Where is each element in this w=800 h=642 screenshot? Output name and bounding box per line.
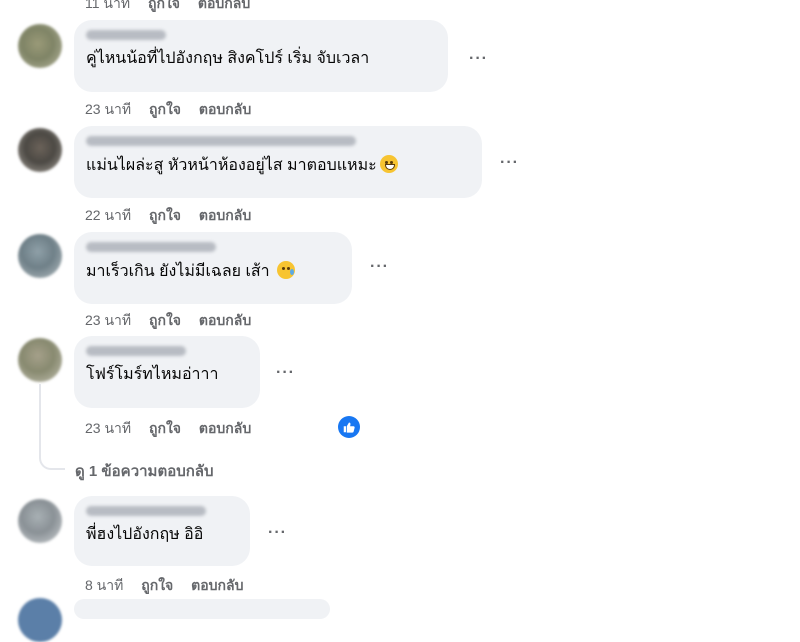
reply-link[interactable]: ตอบกลับ bbox=[199, 312, 251, 328]
reply-link[interactable]: ตอบกลับ bbox=[199, 207, 251, 223]
author-name-blurred[interactable] bbox=[86, 242, 216, 252]
comment-time: 23 นาที bbox=[85, 420, 132, 436]
comment-time: 8 นาที bbox=[85, 577, 124, 593]
comment-time: 23 นาที bbox=[85, 101, 132, 117]
thumbs-up-icon bbox=[343, 422, 355, 433]
comment-time: 11 นาที bbox=[85, 0, 131, 11]
more-options-icon[interactable]: ··· bbox=[268, 525, 287, 541]
reply-link[interactable]: ตอบกลับ bbox=[199, 101, 251, 117]
comment-bubble: พี่ฮงไปอังกฤษ อิอิ bbox=[74, 496, 250, 566]
comment-bubble bbox=[74, 599, 330, 619]
more-options-icon[interactable]: ··· bbox=[370, 259, 389, 275]
author-name-blurred[interactable] bbox=[86, 506, 206, 516]
view-replies-link[interactable]: ดู 1 ข้อความตอบกลับ bbox=[75, 459, 214, 483]
comment-text: คู่ไหนน้อที่ไปอังกฤษ สิงคโปร์ เริ่ม จับเ… bbox=[86, 50, 370, 67]
avatar[interactable] bbox=[18, 24, 62, 68]
avatar[interactable] bbox=[18, 234, 62, 278]
like-reaction-icon[interactable] bbox=[338, 416, 360, 438]
grinning-face-emoji-icon bbox=[379, 155, 398, 173]
like-link[interactable]: ถูกใจ bbox=[149, 312, 181, 328]
more-options-icon[interactable]: ··· bbox=[500, 155, 519, 171]
reply-link[interactable]: ตอบกลับ bbox=[198, 0, 250, 11]
comment-meta: 23 นาที ถูกใจ ตอบกลับ bbox=[85, 310, 265, 332]
like-link[interactable]: ถูกใจ bbox=[149, 101, 181, 117]
comment-meta: 23 นาที ถูกใจ ตอบกลับ bbox=[85, 99, 265, 121]
like-link[interactable]: ถูกใจ bbox=[141, 577, 173, 593]
avatar[interactable] bbox=[18, 598, 62, 642]
comment-meta-top: 11 นาที ถูกใจ ตอบกลับ bbox=[85, 0, 264, 15]
comment-text: โฟร์โมร์ทไหมอ่าาา bbox=[86, 366, 219, 383]
avatar[interactable] bbox=[18, 499, 62, 543]
like-link[interactable]: ถูกใจ bbox=[148, 0, 180, 11]
comment-text-body: มาเร็วเกิน ยังไม่มีเฉลย เส้า bbox=[86, 263, 270, 280]
author-name-blurred[interactable] bbox=[86, 346, 186, 356]
more-options-icon[interactable]: ··· bbox=[469, 51, 488, 67]
comment-bubble: คู่ไหนน้อที่ไปอังกฤษ สิงคโปร์ เริ่ม จับเ… bbox=[74, 20, 448, 92]
comment-meta: 22 นาที ถูกใจ ตอบกลับ bbox=[85, 205, 265, 227]
like-link[interactable]: ถูกใจ bbox=[149, 420, 181, 436]
comment-text: แม่นไผล่ะสู หัวหน้าห้องอยู่ไส มาตอบแหมะ bbox=[86, 155, 470, 176]
sad-relieved-face-emoji-icon bbox=[277, 261, 296, 279]
comment-bubble: แม่นไผล่ะสู หัวหน้าห้องอยู่ไส มาตอบแหมะ bbox=[74, 126, 482, 198]
comment-bubble: โฟร์โมร์ทไหมอ่าาา bbox=[74, 336, 260, 408]
comment-bubble: มาเร็วเกิน ยังไม่มีเฉลย เส้า bbox=[74, 232, 352, 304]
comment-meta: 8 นาที ถูกใจ ตอบกลับ bbox=[85, 575, 257, 597]
author-name-blurred[interactable] bbox=[86, 136, 356, 146]
reply-link[interactable]: ตอบกลับ bbox=[199, 420, 251, 436]
comment-meta: 23 นาที ถูกใจ ตอบกลับ bbox=[85, 418, 265, 440]
comment-text-body: แม่นไผล่ะสู หัวหน้าห้องอยู่ไส มาตอบแหมะ bbox=[86, 157, 377, 174]
author-name-blurred[interactable] bbox=[86, 30, 166, 40]
avatar[interactable] bbox=[18, 338, 62, 382]
reply-thread-line bbox=[39, 384, 65, 470]
reply-link[interactable]: ตอบกลับ bbox=[191, 577, 243, 593]
comment-text: พี่ฮงไปอังกฤษ อิอิ bbox=[86, 526, 204, 543]
like-link[interactable]: ถูกใจ bbox=[149, 207, 181, 223]
comment-time: 22 นาที bbox=[85, 207, 132, 223]
avatar[interactable] bbox=[18, 128, 62, 172]
comment-time: 23 นาที bbox=[85, 312, 132, 328]
comment-text: มาเร็วเกิน ยังไม่มีเฉลย เส้า bbox=[86, 261, 340, 282]
more-options-icon[interactable]: ··· bbox=[276, 365, 295, 381]
